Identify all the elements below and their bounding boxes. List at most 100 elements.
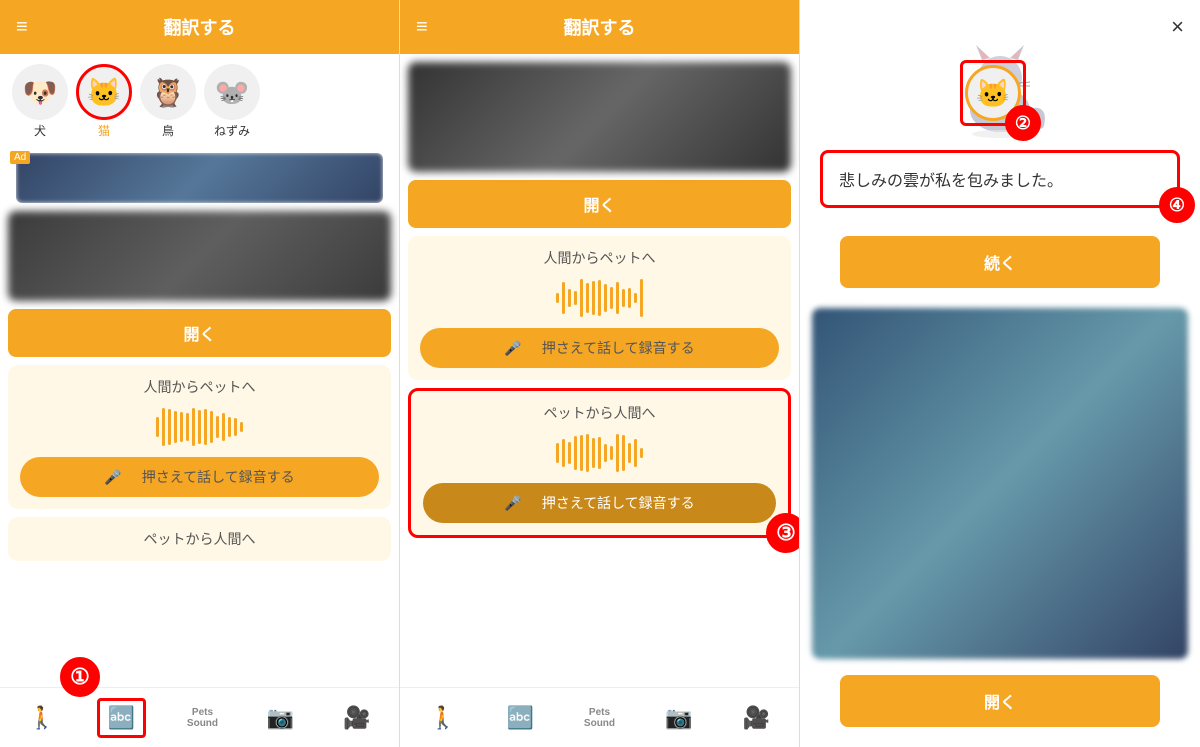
pet-label-dog: 犬: [34, 122, 46, 139]
p2h-title-panel2: ペットから人間へ: [423, 403, 776, 423]
wave-bar: [580, 435, 583, 471]
wave-bar: [562, 439, 565, 467]
pet-label-cat: 猫: [98, 122, 110, 139]
wave-bar: [228, 417, 231, 437]
wave-bar: [556, 293, 559, 303]
bottom-nav-panel1: 🚶 🔤 PetsSound 📷 🎥: [0, 687, 399, 747]
video-icon-panel2: 🎥: [743, 705, 770, 731]
nav-camera-panel2[interactable]: 📷: [657, 701, 700, 735]
wave-bar: [610, 446, 613, 460]
pet-circle-dog[interactable]: 🐶: [12, 64, 68, 120]
dialog-open-button[interactable]: 開く: [840, 675, 1160, 727]
wave-bar: [180, 412, 183, 442]
walk-icon-panel1: 🚶: [28, 705, 55, 731]
menu-icon-panel1[interactable]: ≡: [16, 16, 28, 39]
nav-translate-panel2[interactable]: 🔤: [498, 701, 541, 735]
wave-bar: [592, 281, 595, 315]
wave-bar: [598, 280, 601, 316]
continue-button[interactable]: 続く: [840, 236, 1160, 288]
wave-bar: [216, 416, 219, 438]
sound-wave-h2p-panel2: [420, 278, 779, 318]
header-title-panel1: 翻訳する: [164, 14, 236, 40]
open-button-panel1[interactable]: 開く: [8, 309, 391, 357]
nav-camera-panel1[interactable]: 📷: [259, 701, 302, 735]
blurred-image-panel1: [8, 211, 391, 301]
pet-circle-cat[interactable]: 🐱: [76, 64, 132, 120]
nav-pets-sound-panel2[interactable]: PetsSound: [576, 703, 623, 733]
human-to-pet-box-panel1: 人間からペットへ 🎤 押さえて話して録音する: [8, 365, 391, 509]
mic-icon-h2p-panel1: 🎤: [104, 469, 121, 486]
wave-bar: [616, 434, 619, 472]
nav-walk-panel2[interactable]: 🚶: [421, 701, 464, 735]
panel-1: ≡ 翻訳する 🐶 犬 🐱 猫 🦉 鳥 🐭 ねずみ Ad: [0, 0, 400, 747]
wave-bar: [640, 279, 643, 317]
nav-walk-panel1[interactable]: 🚶: [20, 701, 63, 735]
wave-bar: [622, 289, 625, 307]
record-label-p2h-panel2: 押さえて話して録音する: [528, 493, 695, 513]
nav-video-panel2[interactable]: 🎥: [735, 701, 778, 735]
wave-bar: [574, 291, 577, 305]
content-panel1: 開く 人間からペットへ 🎤: [0, 203, 399, 687]
wave-bar: [610, 287, 613, 309]
wave-bar: [240, 422, 243, 432]
wave-bar: [628, 288, 631, 308]
close-button-dialog[interactable]: ×: [1171, 14, 1184, 40]
nav-video-panel1[interactable]: 🎥: [335, 701, 378, 735]
blurred-image-panel2: [408, 62, 791, 172]
wave-bar: [568, 442, 571, 464]
pet-item-owl[interactable]: 🦉 鳥: [140, 64, 196, 139]
pet-label-mouse: ねずみ: [214, 122, 250, 139]
ad-label-panel1: Ad: [10, 151, 30, 164]
content-panel2: 開く 人間からペットへ 🎤: [400, 54, 799, 687]
translate-icon-panel2: 🔤: [506, 705, 533, 731]
wave-bar: [192, 408, 195, 446]
pet-item-dog[interactable]: 🐶 犬: [12, 64, 68, 139]
wave-bar: [574, 436, 577, 470]
header-title-panel2: 翻訳する: [564, 14, 636, 40]
wave-bar: [156, 417, 159, 437]
wave-bar: [640, 448, 643, 458]
mic-icon-h2p-panel2: 🎤: [504, 340, 521, 357]
pet-circle-mouse[interactable]: 🐭: [204, 64, 260, 120]
nav-pets-sound-panel1[interactable]: PetsSound: [179, 703, 226, 733]
pet-selector: 🐶 犬 🐱 猫 🦉 鳥 🐭 ねずみ: [0, 54, 399, 145]
pet-to-human-box-panel2: ペットから人間へ 🎤 押さえて話して録音する: [408, 388, 791, 538]
record-button-h2p-panel1[interactable]: 🎤 押さえて話して録音する: [20, 457, 379, 497]
wave-bar: [580, 279, 583, 317]
wave-bar: [604, 444, 607, 462]
pet-label-owl: 鳥: [162, 122, 174, 139]
wave-bar: [174, 411, 177, 443]
dialog-ad-area: [812, 308, 1188, 659]
translate-icon-panel1: 🔤: [108, 705, 135, 731]
dialog-ad-image: [812, 308, 1188, 659]
wave-bar: [604, 284, 607, 312]
record-button-p2h-panel2[interactable]: 🎤 押さえて話して録音する: [423, 483, 776, 523]
pet-item-cat[interactable]: 🐱 猫: [76, 64, 132, 139]
wave-bar: [168, 409, 171, 445]
header-panel1: ≡ 翻訳する: [0, 0, 399, 54]
nav-translate-panel1[interactable]: 🔤: [97, 698, 146, 738]
record-button-h2p-panel2[interactable]: 🎤 押さえて話して録音する: [420, 328, 779, 368]
camera-icon-panel1: 📷: [267, 705, 294, 731]
menu-icon-panel2[interactable]: ≡: [416, 16, 428, 39]
camera-icon-panel2: 📷: [665, 705, 692, 731]
pet-item-mouse[interactable]: 🐭 ねずみ: [204, 64, 260, 139]
dialog-open-button-wrapper: 開く: [800, 667, 1200, 747]
open-button-panel2[interactable]: 開く: [408, 180, 791, 228]
wave-bar: [616, 282, 619, 314]
wave-bar: [198, 410, 201, 444]
wave-bar: [622, 435, 625, 471]
record-label-h2p-panel2: 押さえて話して録音する: [528, 338, 695, 358]
walk-icon-panel2: 🚶: [429, 705, 456, 731]
wave-bar: [586, 283, 589, 313]
wave-bar: [222, 413, 225, 441]
translation-text: 悲しみの雲が私を包みました。: [839, 173, 1063, 190]
wave-bar: [634, 293, 637, 303]
pets-sound-label-panel1: PetsSound: [187, 707, 218, 729]
video-icon-panel1: 🎥: [343, 705, 370, 731]
continue-button-wrapper: 続く: [800, 218, 1200, 308]
wave-bar: [204, 409, 207, 445]
pet-to-human-box-panel1: ペットから人間へ: [8, 517, 391, 561]
pet-circle-owl[interactable]: 🦉: [140, 64, 196, 120]
wave-bar: [598, 437, 601, 469]
